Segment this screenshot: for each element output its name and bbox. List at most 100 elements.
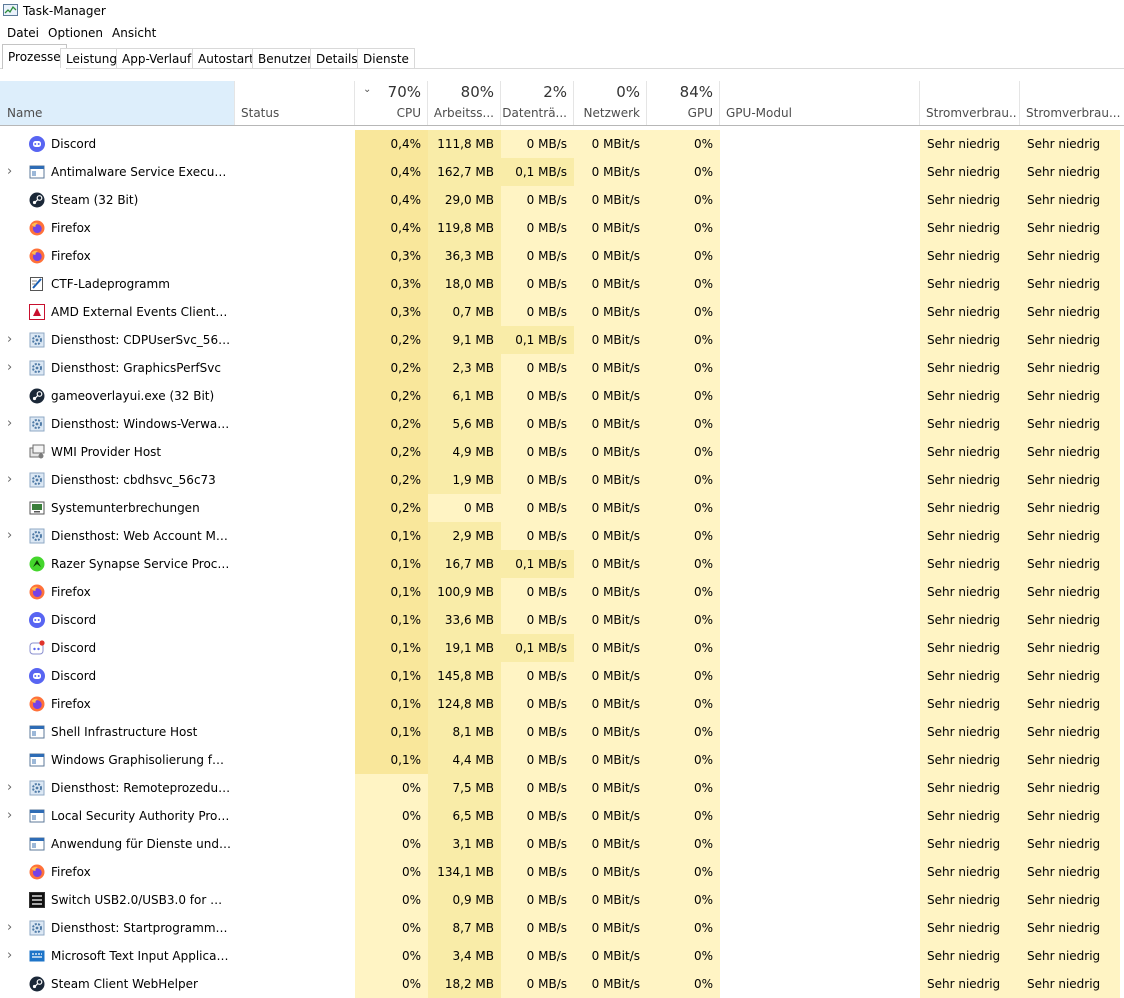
expand-chevron-icon[interactable]: › [7, 466, 17, 494]
column-header-status[interactable]: Status [235, 81, 355, 125]
column-header-power[interactable]: Stromverbrau... [920, 81, 1020, 125]
table-row[interactable]: Razer Synapse Service Process (... 0,1%16… [0, 550, 1124, 578]
expand-chevron-icon[interactable]: › [7, 522, 17, 550]
expand-chevron-icon[interactable]: › [7, 354, 17, 382]
expand-chevron-icon[interactable]: › [7, 326, 17, 354]
process-disk: 0 MB/s [501, 354, 574, 382]
table-row[interactable]: Systemunterbrechungen 0,2% 0 MB 0 MB/s 0 MBi… [0, 494, 1124, 522]
column-header-network[interactable]: 0% Netzwerk [574, 81, 647, 125]
process-power: Sehr niedrig [920, 858, 1020, 886]
column-header-disk[interactable]: 2% Datenträ... [501, 81, 574, 125]
tab-autostart[interactable]: Autostart [192, 48, 260, 68]
column-header-power-trend[interactable]: Stromverbrau... [1020, 81, 1124, 125]
menu-optionen[interactable]: Optionen [48, 26, 103, 40]
process-disk: 0,1 MB/s [501, 326, 574, 354]
table-row[interactable]: › Diensthost: CDPUserSvc_56c73 0,2% 9,1 MB 0… [0, 326, 1124, 354]
process-power: Sehr niedrig [920, 466, 1020, 494]
table-row[interactable]: Firefox 0% 134,1 MB 0 MB/s 0 MBit/s 0% Sehr ni… [0, 858, 1124, 886]
column-power-trend-label: Stromverbrau... [1026, 106, 1120, 120]
process-gpu: 0% [647, 942, 720, 970]
column-header-memory[interactable]: 80% Arbeitss... [428, 81, 501, 125]
process-memory: 19,1 MB [428, 634, 501, 662]
tab-prozesse[interactable]: Prozesse [2, 44, 67, 69]
window-title: Task-Manager [23, 4, 106, 18]
expand-chevron-icon[interactable]: › [7, 802, 17, 830]
table-row[interactable]: Discord 0,1% 145,8 MB 0 MB/s 0 MBit/s 0% Sehr … [0, 662, 1124, 690]
table-row[interactable]: Firefox 0,3% 36,3 MB 0 MB/s 0 MBit/s 0% Sehr n… [0, 242, 1124, 270]
process-gpu-engine [720, 186, 920, 214]
table-row[interactable]: › Diensthost: Windows-Verwaltun... 0,2%5,6… [0, 410, 1124, 438]
table-row[interactable]: › Antimalware Service Executable 0,4% 162,7… [0, 158, 1124, 186]
text-input-icon [29, 948, 45, 964]
table-row[interactable]: CTF-Ladeprogramm 0,3% 18,0 MB 0 MB/s 0 MBit/… [0, 270, 1124, 298]
tab-details[interactable]: Details [310, 48, 364, 68]
expand-chevron-icon[interactable]: › [7, 410, 17, 438]
process-network: 0 MBit/s [574, 522, 647, 550]
process-power-trend: Sehr niedrig [1020, 186, 1120, 214]
column-header-gpu[interactable]: 84% GPU [647, 81, 720, 125]
expand-chevron-icon[interactable]: › [7, 914, 17, 942]
process-status [235, 746, 355, 774]
firefox-icon [29, 220, 45, 236]
expand-chevron-icon[interactable]: › [7, 774, 17, 802]
table-row[interactable]: Steam (32 Bit) 0,4% 29,0 MB 0 MB/s 0 MBit/s 0… [0, 186, 1124, 214]
process-name: WMI Provider Host [51, 445, 162, 459]
table-row[interactable]: gameoverlayui.exe (32 Bit) 0,2% 6,1 MB 0 MB… [0, 382, 1124, 410]
process-cpu: 0,1% [355, 746, 428, 774]
table-row[interactable]: Discord 0,1% 19,1 MB 0,1 MB/s 0 MBit/s 0% Sehr… [0, 634, 1124, 662]
process-disk: 0 MB/s [501, 466, 574, 494]
table-row[interactable]: Steam Client WebHelper 0% 18,2 MB 0 MB/s 0 M… [0, 970, 1124, 998]
process-network: 0 MBit/s [574, 494, 647, 522]
process-cpu: 0,2% [355, 354, 428, 382]
cpu-total-percent: 70% [387, 83, 421, 101]
column-status-label: Status [241, 106, 280, 120]
table-row[interactable]: Firefox 0,1% 124,8 MB 0 MB/s 0 MBit/s 0% Sehr … [0, 690, 1124, 718]
tab-app-verlauf[interactable]: App-Verlauf [116, 48, 198, 68]
table-row[interactable]: Firefox 0,4% 119,8 MB 0 MB/s 0 MBit/s 0% Sehr … [0, 214, 1124, 242]
table-row[interactable]: ›Diensthost: Remoteprozedurauf...0%7,5 M… [0, 774, 1124, 802]
tab-bar: Prozesse Leistung App-Verlauf Autostart … [0, 44, 1124, 69]
table-row[interactable]: ›Diensthost: Startprogramm für ...0%8,7 … [0, 914, 1124, 942]
process-status [235, 970, 355, 998]
column-header-cpu[interactable]: ⌄ 70% CPU [355, 81, 428, 125]
table-row[interactable]: Firefox 0,1% 100,9 MB 0 MB/s 0 MBit/s 0% Sehr … [0, 578, 1124, 606]
process-gpu: 0% [647, 858, 720, 886]
table-row[interactable]: Switch USB2.0/USB3.0 for WinX...0%0,9 MB… [0, 886, 1124, 914]
expand-chevron-icon[interactable]: › [7, 158, 17, 186]
table-row[interactable]: Discord 0,4% 111,8 MB 0 MB/s 0 MBit/s 0% Sehr … [0, 130, 1124, 158]
table-row[interactable]: › Diensthost: Web Account Mana... 0,1% 2,9 … [0, 522, 1124, 550]
table-row[interactable]: › Diensthost: cbdhsvc_56c73 0,2% 1,9 MB 0 MB… [0, 466, 1124, 494]
process-disk: 0 MB/s [501, 830, 574, 858]
column-header-name[interactable]: Name [0, 81, 235, 125]
table-row[interactable]: Discord 0,1% 33,6 MB 0 MB/s 0 MBit/s 0% Sehr n… [0, 606, 1124, 634]
service-window-icon [29, 808, 45, 824]
tab-leistung[interactable]: Leistung [60, 48, 123, 68]
process-cpu: 0,2% [355, 466, 428, 494]
process-power: Sehr niedrig [920, 802, 1020, 830]
process-power-trend: Sehr niedrig [1020, 746, 1120, 774]
process-status [235, 606, 355, 634]
table-row[interactable]: WMI Provider Host 0,2% 4,9 MB 0 MB/s 0 MBit/… [0, 438, 1124, 466]
process-name: Diensthost: Web Account Mana... [51, 529, 231, 543]
table-row[interactable]: Shell Infrastructure Host 0,1% 8,1 MB 0 MB/… [0, 718, 1124, 746]
column-header-gpu-engine[interactable]: GPU-Modul [720, 81, 920, 125]
menu-datei[interactable]: Datei [7, 26, 39, 40]
table-row[interactable]: › Diensthost: GraphicsPerfSvc 0,2% 2,3 MB 0 … [0, 354, 1124, 382]
process-power-trend: Sehr niedrig [1020, 494, 1120, 522]
process-cpu: 0,2% [355, 438, 428, 466]
tab-dienste[interactable]: Dienste [357, 48, 415, 68]
table-row[interactable]: Windows Graphisolierung für A... 0,1% 4,4 … [0, 746, 1124, 774]
process-name: Steam Client WebHelper [51, 977, 198, 991]
table-row[interactable]: Anwendung für Dienste und Co... 0% 3,1 MB 0… [0, 830, 1124, 858]
process-memory: 134,1 MB [428, 858, 501, 886]
table-row[interactable]: AMD External Events Client Mo... 0,3% 0,7 … [0, 298, 1124, 326]
table-row[interactable]: › Microsoft Text Input Application 0% 3,4 M… [0, 942, 1124, 970]
process-disk: 0 MB/s [501, 858, 574, 886]
menu-ansicht[interactable]: Ansicht [112, 26, 156, 40]
table-row[interactable]: ›Local Security Authority Process...0%6,… [0, 802, 1124, 830]
process-status [235, 858, 355, 886]
expand-chevron-icon[interactable]: › [7, 942, 17, 970]
tab-benutzer[interactable]: Benutzer [252, 48, 319, 68]
process-gpu-engine [720, 970, 920, 998]
process-power-trend: Sehr niedrig [1020, 242, 1120, 270]
